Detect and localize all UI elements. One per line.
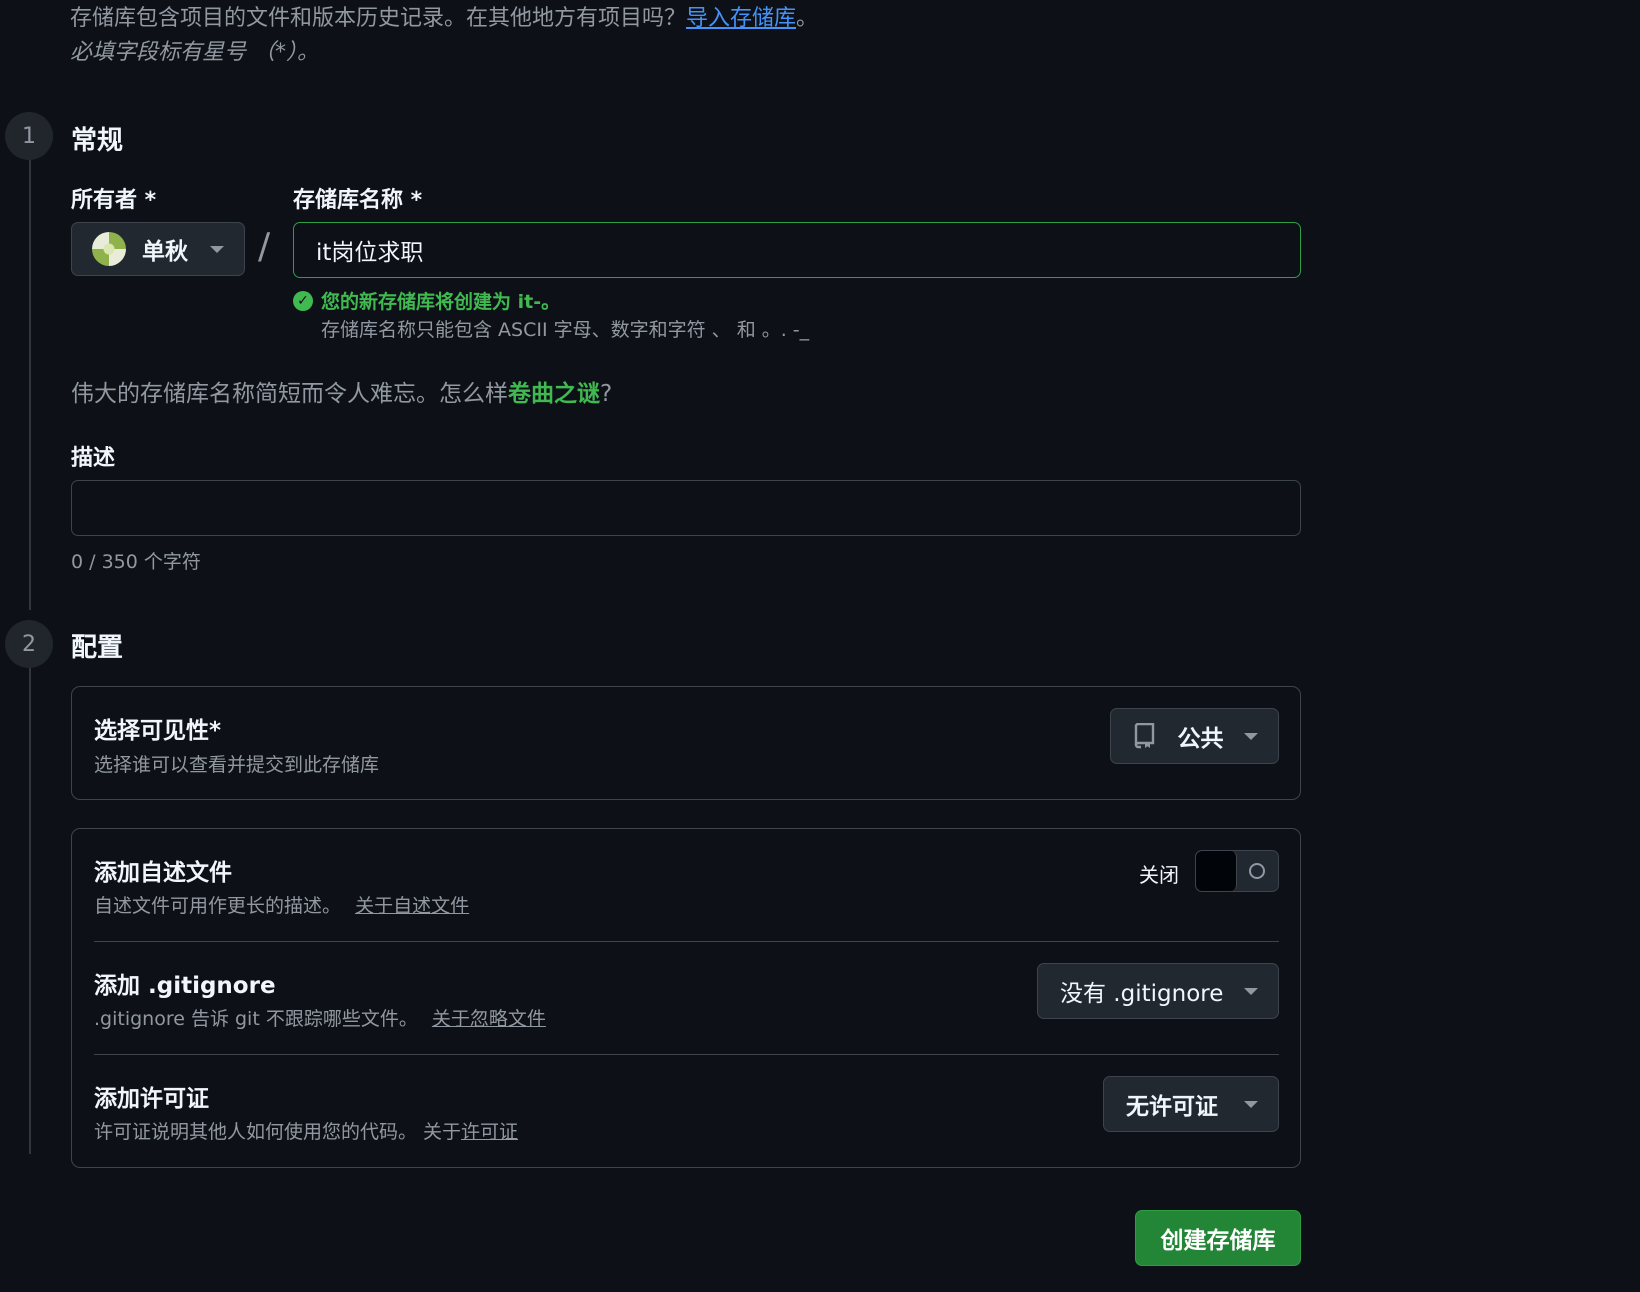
- avatar: [92, 232, 126, 266]
- toggle-knob: [1196, 851, 1237, 891]
- availability-message: ✓ 您的新存储库将创建为 it-。: [293, 287, 560, 314]
- gitignore-title: 添加 .gitignore: [94, 973, 276, 999]
- step-number-1: 1: [5, 112, 53, 160]
- required-fields-note: 必填字段标有星号 （*）。: [70, 40, 319, 65]
- description-char-count: 0 / 350 个字符: [71, 551, 201, 573]
- repo-icon: [1133, 723, 1157, 749]
- repo-name-label: 存储库名称 *: [293, 188, 423, 213]
- owner-name: 单秋: [142, 239, 188, 265]
- availability-text: 您的新存储库将创建为 it-。: [321, 291, 561, 313]
- check-circle-icon: ✓: [293, 290, 313, 311]
- create-repository-button[interactable]: 创建存储库: [1135, 1210, 1301, 1266]
- description-label: 描述: [71, 446, 116, 471]
- repo-name-hint: 存储库名称只能包含 ASCII 字母、数字和字符 、 和 。. -_: [321, 319, 810, 341]
- license-select-button[interactable]: 无许可证: [1103, 1076, 1279, 1132]
- owner-label: 所有者 *: [71, 188, 157, 213]
- gitignore-subtitle: .gitignore 告诉 git 不跟踪哪些文件。 关于忽略文件: [94, 1008, 546, 1030]
- visibility-selected: 公共: [1177, 726, 1224, 752]
- visibility-select-button[interactable]: 公共: [1110, 708, 1279, 764]
- name-suggestion: 伟大的存储库名称简短而令人难忘。怎么样卷曲之谜?: [71, 381, 613, 407]
- gitignore-selected: 没有 .gitignore: [1060, 981, 1224, 1007]
- license-selected: 无许可证: [1126, 1094, 1218, 1120]
- gitignore-select-button[interactable]: 没有 .gitignore: [1037, 963, 1279, 1019]
- about-license-link[interactable]: 许可证: [461, 1121, 518, 1143]
- chevron-down-icon: [1244, 987, 1258, 995]
- about-gitignore-link[interactable]: 关于忽略文件: [432, 1008, 546, 1030]
- visibility-subtitle: 选择谁可以查看并提交到此存储库: [94, 754, 380, 776]
- owner-select-button[interactable]: 单秋: [71, 222, 245, 276]
- step-number-2: 2: [5, 620, 53, 668]
- chevron-down-icon: [210, 245, 224, 253]
- chevron-down-icon: [1244, 732, 1258, 740]
- chevron-down-icon: [1244, 1100, 1258, 1108]
- section-title-configuration: 配置: [71, 633, 124, 663]
- section-title-general: 常规: [71, 126, 124, 156]
- suggested-name-link[interactable]: 卷曲之谜: [508, 381, 600, 407]
- divider: [94, 1054, 1279, 1055]
- readme-toggle-label: 关闭: [1139, 863, 1179, 887]
- visibility-title: 选择可见性*: [94, 718, 222, 744]
- owner-repo-separator: /: [258, 226, 271, 267]
- step-rail-1: [29, 160, 31, 610]
- import-repository-link[interactable]: 导入存储库: [686, 6, 796, 31]
- readme-title: 添加自述文件: [94, 860, 232, 886]
- readme-subtitle: 自述文件可用作更长的描述。 关于自述文件: [94, 895, 470, 917]
- step-rail-2: [29, 668, 31, 1154]
- readme-toggle[interactable]: [1195, 850, 1279, 892]
- license-subtitle: 许可证说明其他人如何使用您的代码。 关于许可证: [94, 1121, 519, 1143]
- license-title: 添加许可证: [94, 1086, 209, 1112]
- intro-text: 存储库包含项目的文件和版本历史记录。在其他地方有项目吗？导入存储库。: [70, 6, 819, 31]
- about-readme-link[interactable]: 关于自述文件: [355, 895, 469, 917]
- divider: [94, 941, 1279, 942]
- repo-name-input[interactable]: [293, 222, 1301, 278]
- toggle-off-icon: [1249, 863, 1265, 879]
- description-input[interactable]: [71, 480, 1301, 536]
